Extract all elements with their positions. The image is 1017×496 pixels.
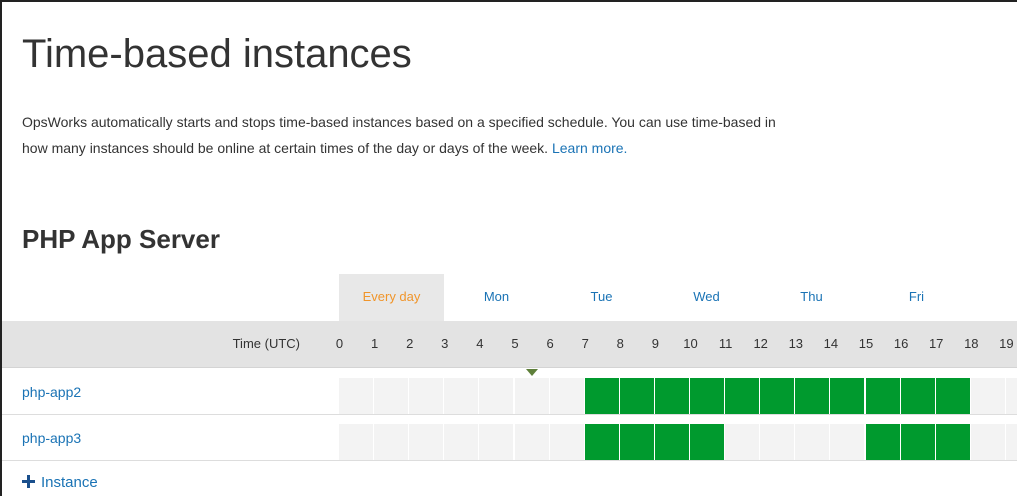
- hour-label: 1: [370, 336, 379, 351]
- description-line-2: how many instances should be online at c…: [22, 140, 549, 156]
- hour-cell-off[interactable]: [549, 378, 584, 414]
- page-title: Time-based instances: [22, 32, 412, 76]
- plus-icon: [22, 475, 35, 488]
- hour-label: 7: [581, 336, 589, 351]
- hour-label: 16: [893, 336, 909, 351]
- hour-cell-on[interactable]: [690, 424, 724, 460]
- hour-label: 17: [928, 336, 944, 351]
- hour-cell-on[interactable]: [654, 424, 689, 460]
- hour-cell-off[interactable]: [1005, 424, 1017, 460]
- hour-cell-on[interactable]: [935, 424, 970, 460]
- hour-label: 0: [335, 336, 344, 351]
- day-tabs: Every dayMonTueWedThuFriS: [2, 274, 1017, 321]
- hour-cell-off[interactable]: [374, 424, 409, 460]
- description-line-1: OpsWorks automatically starts and stops …: [22, 114, 776, 130]
- hour-cell-on[interactable]: [795, 378, 830, 414]
- hour-cell-on[interactable]: [619, 378, 654, 414]
- hour-cell-on[interactable]: [760, 378, 795, 414]
- hour-label: 18: [964, 336, 979, 351]
- hour-cell-on[interactable]: [654, 378, 689, 414]
- hour-label: 15: [858, 336, 874, 351]
- hour-cell-off[interactable]: [479, 378, 514, 414]
- instance-row: php-app2: [2, 370, 1017, 415]
- tab-mon[interactable]: Mon: [444, 274, 549, 321]
- hour-cell-off[interactable]: [339, 378, 373, 414]
- instance-name-link[interactable]: php-app3: [22, 416, 81, 461]
- add-instance-label: Instance: [41, 474, 98, 491]
- hour-cell-off[interactable]: [409, 424, 444, 460]
- hour-cell-off[interactable]: [970, 424, 1005, 460]
- hour-cell-off[interactable]: [725, 424, 760, 460]
- hour-label: 12: [753, 336, 768, 351]
- section-title: PHP App Server: [22, 224, 220, 254]
- hour-cell-off[interactable]: [339, 424, 373, 460]
- time-header: Time (UTC) 0 1 2 3 4 5 6 7 8 9 10 11 12 13 14 15 16 17 18 1…: [2, 321, 1017, 368]
- hour-label: 8: [616, 336, 624, 351]
- hour-cell-off[interactable]: [514, 424, 549, 460]
- page-description: OpsWorks automatically starts and stops …: [22, 109, 776, 161]
- hour-cell-off[interactable]: [760, 424, 795, 460]
- hour-cell-on[interactable]: [865, 378, 900, 414]
- tab-tue[interactable]: Tue: [549, 274, 654, 321]
- hour-cell-off[interactable]: [795, 424, 830, 460]
- hour-cell-off[interactable]: [374, 378, 409, 414]
- hour-cell-off[interactable]: [444, 424, 479, 460]
- hour-cell-on[interactable]: [935, 378, 970, 414]
- hour-cell-on[interactable]: [865, 424, 900, 460]
- page-frame: Time-based instances OpsWorks automatica…: [0, 0, 1017, 496]
- hour-cell-off[interactable]: [514, 378, 549, 414]
- time-utc-label: Time (UTC): [232, 336, 300, 351]
- hour-label: 2: [406, 336, 414, 351]
- hour-label: 19: [999, 336, 1014, 351]
- hour-cell-off[interactable]: [970, 378, 1005, 414]
- hour-cell-off[interactable]: [409, 378, 444, 414]
- hour-label: 14: [823, 336, 839, 351]
- hour-cell-off[interactable]: [444, 378, 479, 414]
- hour-cell-on[interactable]: [619, 424, 654, 460]
- hour-cell-on[interactable]: [584, 424, 619, 460]
- hour-label: 4: [476, 336, 484, 351]
- hour-label: 9: [651, 336, 659, 351]
- tab-every-day[interactable]: Every day: [339, 274, 444, 321]
- add-instance-button[interactable]: Instance: [22, 473, 98, 493]
- tab-thu[interactable]: Thu: [759, 274, 864, 321]
- hour-cell-on[interactable]: [725, 378, 760, 414]
- hour-cell-off[interactable]: [1005, 378, 1017, 414]
- hour-cell-off[interactable]: [830, 424, 865, 460]
- instance-row: php-app3: [2, 416, 1017, 461]
- hour-cell-on[interactable]: [584, 378, 619, 414]
- hour-label: 10: [683, 336, 698, 351]
- instance-name-link[interactable]: php-app2: [22, 370, 81, 415]
- hour-label: 5: [511, 336, 519, 351]
- hour-cell-on[interactable]: [690, 378, 724, 414]
- learn-more-link[interactable]: Learn more.: [552, 140, 627, 156]
- hour-cell-on[interactable]: [900, 424, 935, 460]
- hour-label: 11: [718, 336, 733, 351]
- tab-wed[interactable]: Wed: [654, 274, 759, 321]
- hour-cell-on[interactable]: [900, 378, 935, 414]
- hour-cell-off[interactable]: [549, 424, 584, 460]
- hour-label: 3: [441, 336, 449, 351]
- hour-cell-on[interactable]: [830, 378, 865, 414]
- hour-cell-off[interactable]: [479, 424, 514, 460]
- tab-fri[interactable]: Fri: [864, 274, 969, 321]
- tab-s[interactable]: S: [969, 274, 1017, 321]
- hour-label: 13: [788, 336, 804, 351]
- hour-label: 6: [546, 336, 554, 351]
